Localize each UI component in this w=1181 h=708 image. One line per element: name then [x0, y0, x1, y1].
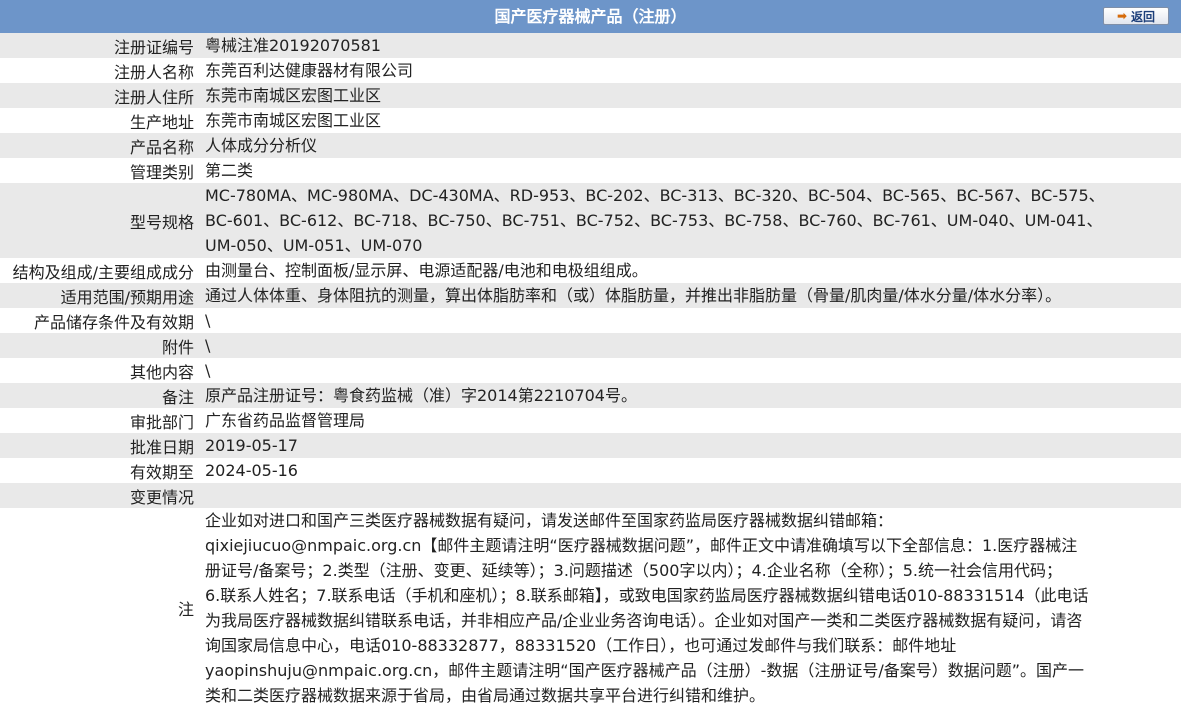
note-line: 企业如对进口和国产三类医疗器械数据有疑问，请发送邮件至国家药监局医疗器械数据纠错…: [205, 511, 894, 530]
table-row: 注册人名称 东莞百利达健康器材有限公司: [0, 58, 1181, 83]
field-label: 审批部门: [0, 408, 201, 433]
table-row: 变更情况: [0, 483, 1181, 508]
field-label: 管理类别: [0, 158, 201, 183]
field-value: \: [201, 333, 1181, 358]
model-spec-value: MC-780MA、MC-980MA、DC-430MA、RD-953、BC-202…: [201, 183, 1181, 258]
registration-table: 注册证编号 粤械注准20192070581 注册人名称 东莞百利达健康器材有限公…: [0, 33, 1181, 708]
field-label: 注册证编号: [0, 33, 201, 58]
field-label: 备注: [0, 383, 201, 408]
field-label: 注册人住所: [0, 83, 201, 108]
field-value: 人体成分分析仪: [201, 133, 1181, 158]
note-line: 册证号/备案号；2.类型（注册、变更、延续等）；3.问题描述（500字以内）；4…: [205, 561, 1062, 580]
note-line: 为我局医疗器械数据纠错联系电话，并非相应产品/企业业务咨询电话）。企业如对国产一…: [205, 611, 1083, 630]
note-text: 企业如对进口和国产三类医疗器械数据有疑问，请发送邮件至国家药监局医疗器械数据纠错…: [201, 508, 1181, 708]
field-value: 2019-05-17: [201, 433, 1181, 458]
field-value: 通过人体体重、身体阻抗的测量，算出体脂肪率和（或）体脂肪量，并推出非脂肪量（骨量…: [201, 283, 1181, 308]
table-row: 审批部门 广东省药品监督管理局: [0, 408, 1181, 433]
table-row: 有效期至 2024-05-16: [0, 458, 1181, 483]
note-line: 类和二类医疗器械数据来源于省局，由省局通过数据共享平台进行纠错和维护。: [205, 686, 766, 705]
arrow-right-icon: ➡: [1116, 9, 1128, 23]
field-value: 原产品注册证号：粤食药监械（准）字2014第2210704号。: [201, 383, 1181, 408]
field-value: 2024-05-16: [201, 458, 1181, 483]
field-label: 有效期至: [0, 458, 201, 483]
field-value: 东莞市南城区宏图工业区: [201, 108, 1181, 133]
table-row: 附件 \: [0, 333, 1181, 358]
page-title: 国产医疗器械产品（注册）: [494, 7, 687, 26]
table-row: 批准日期 2019-05-17: [0, 433, 1181, 458]
table-row: 生产地址 东莞市南城区宏图工业区: [0, 108, 1181, 133]
field-value: \: [201, 358, 1181, 383]
table-row: 结构及组成/主要组成成分 由测量台、控制面板/显示屏、电源适配器/电池和电极组组…: [0, 258, 1181, 283]
table-row: 注册证编号 粤械注准20192070581: [0, 33, 1181, 58]
field-label: 结构及组成/主要组成成分: [0, 258, 201, 283]
field-label: 其他内容: [0, 358, 201, 383]
note-row: 注 企业如对进口和国产三类医疗器械数据有疑问，请发送邮件至国家药监局医疗器械数据…: [0, 508, 1181, 708]
field-value: 第二类: [201, 158, 1181, 183]
field-value: 粤械注准20192070581: [201, 33, 1181, 58]
table-row: 型号规格 MC-780MA、MC-980MA、DC-430MA、RD-953、B…: [0, 183, 1181, 258]
note-line: yaopinshuju@nmpaic.org.cn，邮件主题请注明“国产医疗器械…: [205, 661, 1085, 680]
back-button[interactable]: ➡ 返回: [1103, 7, 1169, 25]
note-line: 6.联系人姓名；7.联系电话（手机和座机）；8.联系邮箱】，或致电国家药监局医疗…: [205, 586, 1089, 605]
field-label: 生产地址: [0, 108, 201, 133]
table-row: 适用范围/预期用途 通过人体体重、身体阻抗的测量，算出体脂肪率和（或）体脂肪量，…: [0, 283, 1181, 308]
back-button-label: 返回: [1131, 9, 1156, 24]
field-label: 变更情况: [0, 483, 201, 508]
note-label: 注: [0, 508, 201, 708]
field-label: 批准日期: [0, 433, 201, 458]
field-label: 型号规格: [0, 183, 201, 258]
field-label: 附件: [0, 333, 201, 358]
table-row: 其他内容 \: [0, 358, 1181, 383]
note-line: qixiejiucuo@nmpaic.org.cn【邮件主题请注明“医疗器械数据…: [205, 536, 1078, 555]
model-line: MC-780MA、MC-980MA、DC-430MA、RD-953、BC-202…: [205, 186, 1105, 205]
table-row: 管理类别 第二类: [0, 158, 1181, 183]
field-value: 东莞百利达健康器材有限公司: [201, 58, 1181, 83]
table-row: 产品储存条件及有效期 \: [0, 308, 1181, 333]
note-line: 询国家局信息中心，电话010-88332877，88331520（工作日），也可…: [205, 636, 957, 655]
field-value: \: [201, 308, 1181, 333]
field-value: [201, 483, 1181, 508]
field-label: 产品储存条件及有效期: [0, 308, 201, 333]
model-line: UM-050、UM-051、UM-070: [205, 236, 423, 255]
field-value: 广东省药品监督管理局: [201, 408, 1181, 433]
model-line: BC-601、BC-612、BC-718、BC-750、BC-751、BC-75…: [205, 211, 1103, 230]
field-label: 产品名称: [0, 133, 201, 158]
field-value: 由测量台、控制面板/显示屏、电源适配器/电池和电极组组成。: [201, 258, 1181, 283]
table-row: 产品名称 人体成分分析仪: [0, 133, 1181, 158]
field-label: 注册人名称: [0, 58, 201, 83]
header-bar: 国产医疗器械产品（注册） ➡ 返回: [0, 0, 1181, 33]
field-label: 适用范围/预期用途: [0, 283, 201, 308]
table-row: 注册人住所 东莞市南城区宏图工业区: [0, 83, 1181, 108]
detail-page: 国产医疗器械产品（注册） ➡ 返回 注册证编号 粤械注准20192070581 …: [0, 0, 1181, 708]
field-value: 东莞市南城区宏图工业区: [201, 83, 1181, 108]
table-row: 备注 原产品注册证号：粤食药监械（准）字2014第2210704号。: [0, 383, 1181, 408]
